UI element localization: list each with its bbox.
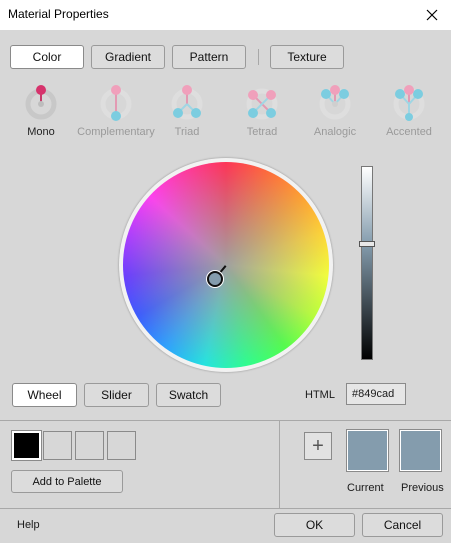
previous-color-swatch[interactable] <box>399 429 442 472</box>
analogic-icon <box>319 85 351 120</box>
mono-icon <box>25 85 57 120</box>
brightness-slider-thumb[interactable] <box>359 241 375 247</box>
harmony-triad[interactable]: Triad <box>146 82 228 138</box>
help-link[interactable]: Help <box>17 519 40 531</box>
previous-label: Previous <box>401 482 444 494</box>
complementary-icon <box>100 85 132 121</box>
section-divider <box>0 420 451 421</box>
harmony-accented-label: Accented <box>386 126 432 138</box>
tab-color[interactable]: Color <box>10 45 84 69</box>
palette-cell[interactable] <box>11 430 42 461</box>
tab-texture[interactable]: Texture <box>270 45 344 69</box>
brightness-slider[interactable] <box>361 166 373 360</box>
tetrad-icon <box>246 88 278 120</box>
tab-pattern[interactable]: Pattern <box>172 45 246 69</box>
color-wheel[interactable] <box>123 162 329 368</box>
close-icon <box>426 9 438 21</box>
harmony-tetrad[interactable]: Tetrad <box>221 82 303 138</box>
harmony-accented[interactable]: Accented <box>368 82 450 138</box>
wheel-handle[interactable] <box>207 271 223 287</box>
plus-icon: + <box>312 435 324 457</box>
harmony-complementary-label: Complementary <box>77 126 155 138</box>
title-bar: Material Properties <box>0 0 451 30</box>
current-color-swatch <box>346 429 389 472</box>
palette-cell[interactable] <box>107 431 136 460</box>
tab-gradient[interactable]: Gradient <box>91 45 165 69</box>
add-color-button[interactable]: + <box>304 432 332 460</box>
html-color-input[interactable]: #849cad <box>346 383 406 405</box>
accented-icon <box>393 85 425 121</box>
harmony-mono[interactable]: Mono <box>0 82 82 138</box>
window-title: Material Properties <box>8 7 109 21</box>
harmony-analogic-label: Analogic <box>313 126 357 138</box>
html-color-label: HTML <box>305 389 335 401</box>
current-label: Current <box>347 482 384 494</box>
ok-button[interactable]: OK <box>274 513 355 537</box>
close-button[interactable] <box>413 0 451 30</box>
harmony-tetrad-label: Tetrad <box>246 126 278 138</box>
footer-divider <box>0 508 451 509</box>
palette-divider <box>279 420 280 508</box>
tab-divider <box>258 49 259 65</box>
harmony-complementary[interactable]: Complementary <box>75 82 157 138</box>
cancel-button[interactable]: Cancel <box>362 513 443 537</box>
harmony-analogic[interactable]: Analogic <box>294 82 376 138</box>
harmony-triad-label: Triad <box>174 126 200 138</box>
mode-wheel-button[interactable]: Wheel <box>12 383 77 407</box>
mode-swatch-button[interactable]: Swatch <box>156 383 221 407</box>
harmony-mono-label: Mono <box>27 126 55 138</box>
triad-icon <box>171 85 203 120</box>
mode-slider-button[interactable]: Slider <box>84 383 149 407</box>
palette-cell[interactable] <box>75 431 104 460</box>
color-wheel-frame <box>119 158 333 372</box>
palette-cell[interactable] <box>43 431 72 460</box>
add-to-palette-button[interactable]: Add to Palette <box>11 470 123 493</box>
